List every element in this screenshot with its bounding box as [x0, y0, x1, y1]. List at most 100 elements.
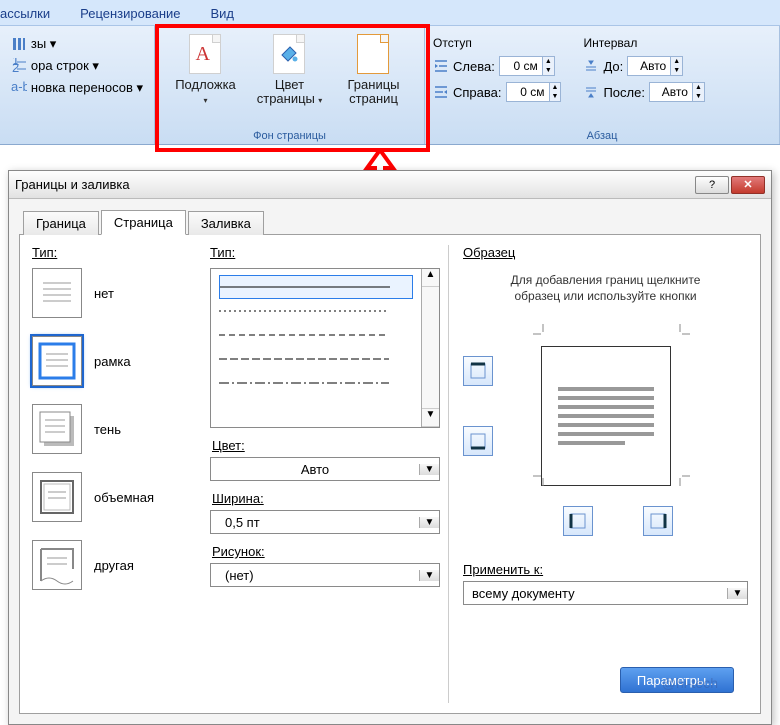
section-title: Отступ	[433, 36, 472, 50]
crop-mark	[533, 472, 547, 486]
preset-custom[interactable]: другая	[32, 540, 202, 590]
ribbon-group-page-setup: зы ▾ 12ора строк ▾ a-bновка переносов ▾	[0, 26, 155, 144]
border-right-toggle[interactable]	[643, 506, 673, 536]
scroll-down[interactable]: ▼	[422, 409, 439, 427]
border-left-toggle[interactable]	[563, 506, 593, 536]
options-button[interactable]: Параметры...	[620, 667, 734, 693]
sample-hint: Для добавления границ щелкните образец и…	[493, 272, 718, 304]
scrollbar[interactable]: ▲▼	[421, 269, 439, 427]
watermark-button[interactable]: A Подложка▾	[171, 30, 241, 108]
spinner-up[interactable]: ▲	[693, 83, 704, 92]
dropdown-label[interactable]: новка переносов ▾	[31, 80, 143, 96]
dropdown-value: 0,5 пт	[211, 515, 419, 530]
preset-label: тень	[94, 422, 121, 437]
crop-mark	[676, 324, 690, 338]
spinner-down[interactable]: ▼	[550, 92, 561, 101]
crop-mark	[533, 324, 547, 338]
preset-3d[interactable]: объемная	[32, 472, 202, 522]
indent-right-spinner[interactable]: ▲▼	[506, 82, 562, 102]
spinner-input[interactable]	[628, 59, 670, 73]
dialog-titlebar: Границы и заливка ? ✕	[9, 171, 771, 199]
button-label: Границы страниц	[348, 77, 400, 106]
spacing-after-spinner[interactable]: ▲▼	[649, 82, 705, 102]
dropdown-value: Авто	[211, 462, 419, 477]
spinner-down[interactable]: ▼	[693, 92, 704, 101]
spinner-input[interactable]	[650, 85, 692, 99]
spacing-after-icon	[583, 84, 599, 100]
field-label: Справа:	[453, 85, 502, 100]
ribbon-group-page-background: A Подложка▾ Цвет страницы ▾ Границы стра…	[155, 26, 425, 144]
hyphenation-icon: a-b	[11, 80, 27, 96]
dropdown-value: всему документу	[464, 586, 727, 601]
spinner-up[interactable]: ▲	[543, 57, 554, 66]
dialog-panel: Тип: нет рамка тень объемная	[19, 234, 761, 714]
page-color-button[interactable]: Цвет страницы ▾	[255, 30, 325, 108]
tab-page[interactable]: Страница	[101, 210, 186, 235]
dropdown-value: (нет)	[211, 568, 419, 583]
borders-dialog: Границы и заливка ? ✕ Граница Страница З…	[8, 170, 772, 725]
tab-border[interactable]: Граница	[23, 211, 99, 235]
spinner-input[interactable]	[500, 59, 542, 73]
section-title: Интервал	[583, 36, 637, 50]
indent-left-icon	[433, 58, 449, 74]
spinner-input[interactable]	[507, 85, 549, 99]
apply-to-dropdown[interactable]: всему документу ▼	[463, 581, 748, 605]
label: Применить к:	[463, 562, 748, 577]
label: Образец	[463, 245, 748, 260]
spinner-up[interactable]: ▲	[671, 57, 682, 66]
button-label: Подложка	[175, 77, 236, 92]
label: Тип:	[210, 245, 440, 260]
ribbon-tab[interactable]: Вид	[211, 6, 235, 21]
dropdown-button[interactable]: ▼	[419, 517, 439, 528]
indent-right-icon	[433, 84, 449, 100]
dropdown-label[interactable]: зы ▾	[31, 36, 56, 52]
label: Цвет:	[212, 438, 440, 453]
width-dropdown[interactable]: 0,5 пт ▼	[210, 510, 440, 534]
preset-shadow[interactable]: тень	[32, 404, 202, 454]
page-borders-button[interactable]: Границы страниц	[339, 30, 409, 106]
button-label: Цвет страницы	[257, 77, 315, 106]
tab-fill[interactable]: Заливка	[188, 211, 264, 235]
spacing-before-icon	[583, 58, 599, 74]
field-label: Слева:	[453, 59, 495, 74]
dropdown-button[interactable]: ▼	[419, 570, 439, 581]
dropdown-button[interactable]: ▼	[727, 588, 747, 599]
ribbon: зы ▾ 12ора строк ▾ a-bновка переносов ▾ …	[0, 25, 780, 145]
border-bottom-toggle[interactable]	[463, 426, 493, 456]
preset-none[interactable]: нет	[32, 268, 202, 318]
dropdown-label[interactable]: ора строк ▾	[31, 58, 99, 74]
preset-label: рамка	[94, 354, 131, 369]
field-label: После:	[603, 85, 645, 100]
crop-mark	[676, 472, 690, 486]
label: Рисунок:	[212, 544, 440, 559]
close-button[interactable]: ✕	[731, 176, 765, 194]
label: Ширина:	[212, 491, 440, 506]
columns-icon	[11, 36, 27, 52]
preset-label: нет	[94, 286, 114, 301]
style-listbox[interactable]: ▲▼	[210, 268, 440, 428]
spinner-up[interactable]: ▲	[550, 83, 561, 92]
scroll-up[interactable]: ▲	[422, 269, 439, 287]
spinner-down[interactable]: ▼	[543, 66, 554, 75]
preset-box[interactable]: рамка	[32, 336, 202, 386]
group-label: Абзац	[587, 128, 618, 142]
border-top-toggle[interactable]	[463, 356, 493, 386]
dialog-title: Границы и заливка	[15, 177, 693, 192]
spinner-down[interactable]: ▼	[671, 66, 682, 75]
preset-label: объемная	[94, 490, 154, 505]
ribbon-tab[interactable]: Рецензирование	[80, 6, 180, 21]
indent-left-spinner[interactable]: ▲▼	[499, 56, 555, 76]
dropdown-button[interactable]: ▼	[419, 464, 439, 475]
ribbon-tab[interactable]: ассылки	[0, 6, 50, 21]
ribbon-tab-strip: ассылки Рецензирование Вид	[0, 0, 780, 25]
preview-page[interactable]	[541, 346, 671, 486]
preset-label: другая	[94, 558, 134, 573]
help-button[interactable]: ?	[695, 176, 729, 194]
dialog-tabs: Граница Страница Заливка	[23, 209, 761, 234]
label: Тип:	[32, 245, 202, 260]
spacing-before-spinner[interactable]: ▲▼	[627, 56, 683, 76]
group-label: Фон страницы	[253, 128, 326, 142]
field-label: До:	[603, 59, 623, 74]
art-dropdown[interactable]: (нет) ▼	[210, 563, 440, 587]
color-dropdown[interactable]: Авто ▼	[210, 457, 440, 481]
